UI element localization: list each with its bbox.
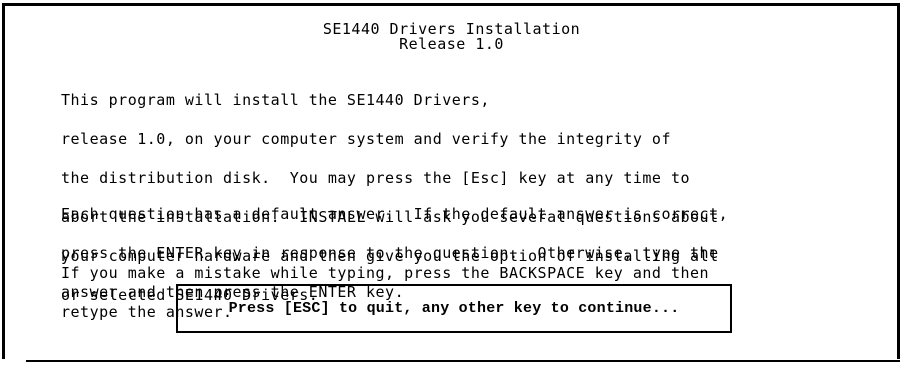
defaults-line: Each question has a default answer. If t…: [61, 205, 729, 223]
intro-line: This program will install the SE1440 Dri…: [61, 91, 490, 109]
frame-bottom-line: [26, 360, 900, 362]
release-label: Release 1.0: [399, 35, 504, 53]
continue-prompt-box[interactable]: Press [ESC] to quit, any other key to co…: [176, 284, 732, 333]
installer-screen: SE1440 Drivers Installation Release 1.0 …: [0, 0, 903, 365]
continue-prompt-text: Press [ESC] to quit, any other key to co…: [228, 300, 680, 317]
intro-line: release 1.0, on your computer system and…: [61, 130, 671, 148]
title-block: SE1440 Drivers Installation Release 1.0: [0, 22, 903, 52]
mistakes-line: If you make a mistake while typing, pres…: [61, 264, 710, 282]
